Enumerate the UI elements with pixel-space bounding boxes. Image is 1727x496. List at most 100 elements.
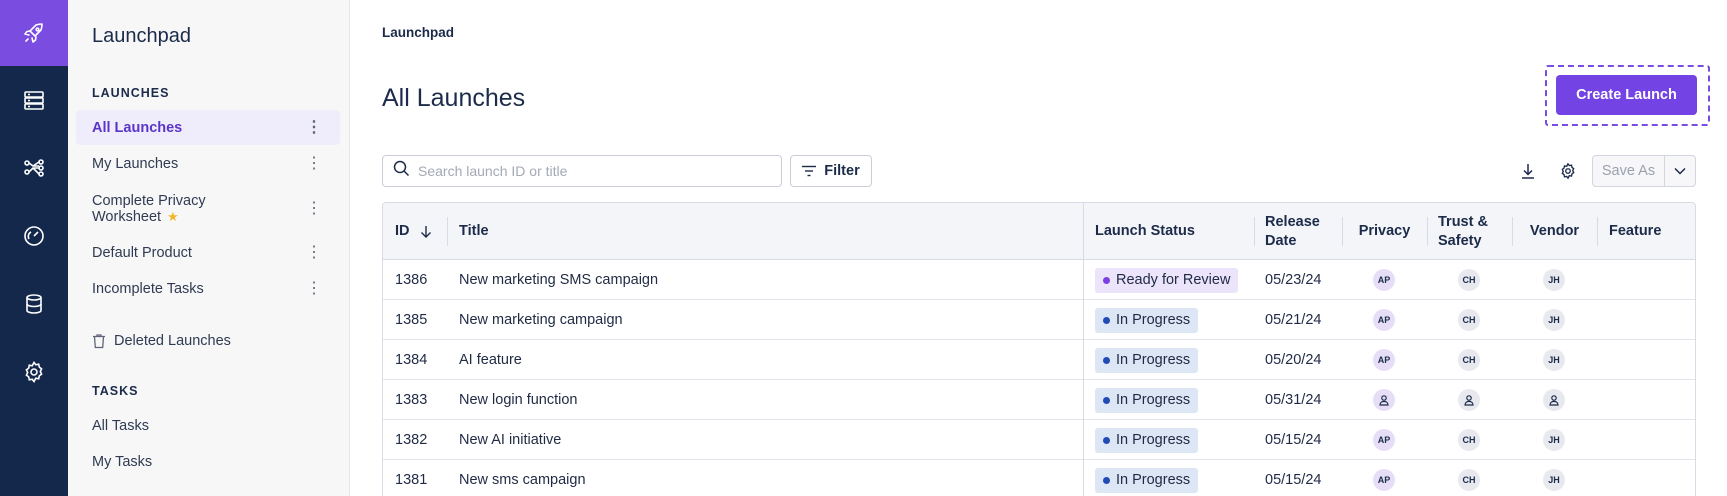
- kebab-menu-icon[interactable]: ⋮: [306, 155, 322, 172]
- trash-icon: [92, 333, 106, 349]
- release-date: 05/23/24: [1265, 272, 1322, 288]
- launch-title-link[interactable]: New marketing SMS campaign: [459, 260, 658, 300]
- launch-title-link[interactable]: AI feature: [459, 340, 522, 380]
- column-header-feature[interactable]: Feature: [1609, 203, 1661, 260]
- filter-button[interactable]: Filter: [790, 155, 872, 187]
- avatar[interactable]: AP: [1373, 429, 1395, 451]
- rocket-logo-icon[interactable]: [0, 0, 68, 66]
- launch-id: 1384: [395, 352, 428, 368]
- avatar[interactable]: CH: [1458, 309, 1480, 331]
- column-header-privacy[interactable]: Privacy: [1342, 203, 1427, 260]
- unassigned-person-icon[interactable]: [1458, 389, 1480, 411]
- avatar[interactable]: JH: [1543, 309, 1565, 331]
- sidebar-title: Launchpad: [92, 25, 191, 47]
- search-input[interactable]: [418, 163, 758, 179]
- avatar[interactable]: AP: [1373, 469, 1395, 491]
- sidebar-item-label: All Launches: [92, 119, 183, 136]
- avatar[interactable]: CH: [1458, 269, 1480, 291]
- table-row[interactable]: 1386 New marketing SMS campaign Ready for …: [383, 260, 1695, 300]
- kebab-menu-icon[interactable]: ⋮: [306, 244, 322, 261]
- status-badge: In Progress: [1095, 347, 1199, 373]
- sidebar-item-deleted-launches[interactable]: Deleted Launches: [76, 323, 340, 358]
- column-header-title[interactable]: Title: [459, 203, 489, 260]
- launch-id: 1382: [395, 432, 428, 448]
- sort-arrow-down-icon[interactable]: [420, 225, 432, 238]
- sidebar-item-all-launches[interactable]: All Launches ⋮: [76, 110, 340, 145]
- table-row[interactable]: 1383 New login function In Progress 05/31/2…: [383, 380, 1695, 420]
- avatar[interactable]: JH: [1543, 429, 1565, 451]
- launch-id: 1385: [395, 312, 428, 328]
- column-divider: [1083, 203, 1084, 496]
- chevron-down-icon[interactable]: [1665, 156, 1695, 186]
- status-dot-icon: [1103, 396, 1110, 404]
- launch-title-link[interactable]: New marketing campaign: [459, 300, 623, 340]
- star-favorite-icon: ★: [167, 209, 179, 224]
- status-dot-icon: [1103, 276, 1110, 284]
- icon-rail: [0, 0, 68, 496]
- inventory-nav-icon[interactable]: [0, 66, 68, 134]
- avatar[interactable]: JH: [1543, 269, 1565, 291]
- column-header-id[interactable]: ID: [395, 203, 432, 260]
- page-title: All Launches: [382, 84, 526, 112]
- release-date: 05/15/24: [1265, 432, 1322, 448]
- kebab-menu-icon[interactable]: ⋮: [306, 280, 322, 297]
- launch-id: 1381: [395, 472, 428, 488]
- table-row[interactable]: 1381 New sms campaign In Progress 05/15/24 A…: [383, 460, 1695, 496]
- search-box[interactable]: [382, 155, 782, 187]
- launches-table: ID Title Launch Status Release Date Priv…: [382, 202, 1696, 496]
- kebab-menu-icon[interactable]: ⋮: [306, 201, 322, 217]
- sidebar-item-all-tasks[interactable]: All Tasks: [76, 408, 340, 443]
- sidebar-item-label: Default Product: [92, 244, 192, 261]
- release-date: 05/21/24: [1265, 312, 1322, 328]
- status-badge: In Progress: [1095, 427, 1199, 453]
- status-badge: In Progress: [1095, 467, 1199, 493]
- avatar[interactable]: AP: [1373, 309, 1395, 331]
- save-as-split-button: Save As: [1592, 155, 1696, 187]
- column-header-launch-status[interactable]: Launch Status: [1095, 203, 1195, 260]
- launch-title-link[interactable]: New AI initiative: [459, 420, 561, 460]
- column-header-vendor[interactable]: Vendor: [1512, 203, 1597, 260]
- status-dot-icon: [1103, 316, 1110, 324]
- column-header-release-date[interactable]: Release Date: [1254, 203, 1354, 260]
- column-header-trust-safety[interactable]: Trust & Safety: [1427, 203, 1512, 260]
- dashboard-gauge-nav-icon[interactable]: [0, 202, 68, 270]
- table-row[interactable]: 1384 AI feature In Progress 05/20/24 AP CH JH: [383, 340, 1695, 380]
- save-as-button[interactable]: Save As: [1593, 156, 1665, 186]
- release-date: 05/20/24: [1265, 352, 1322, 368]
- unassigned-person-icon[interactable]: [1543, 389, 1565, 411]
- unassigned-person-icon[interactable]: [1373, 389, 1395, 411]
- breadcrumb[interactable]: Launchpad: [382, 25, 454, 40]
- sidebar-item-my-launches[interactable]: My Launches ⋮: [76, 146, 340, 181]
- table-row[interactable]: 1382 New AI initiative In Progress 05/15/24…: [383, 420, 1695, 460]
- avatar[interactable]: AP: [1373, 349, 1395, 371]
- download-icon[interactable]: [1516, 159, 1540, 183]
- launch-title-link[interactable]: New sms campaign: [459, 460, 586, 496]
- launch-id: 1386: [395, 272, 428, 288]
- avatar[interactable]: CH: [1458, 469, 1480, 491]
- status-dot-icon: [1103, 476, 1110, 484]
- data-map-nav-icon[interactable]: [0, 134, 68, 202]
- create-launch-button[interactable]: Create Launch: [1556, 75, 1697, 115]
- launch-id: 1383: [395, 392, 428, 408]
- filter-icon: [802, 165, 817, 177]
- avatar[interactable]: JH: [1543, 349, 1565, 371]
- settings-gear-nav-icon[interactable]: [0, 338, 68, 406]
- sidebar-item-my-tasks[interactable]: My Tasks: [76, 444, 340, 479]
- table-header: ID Title Launch Status Release Date Priv…: [383, 203, 1695, 260]
- header-divider: [1597, 217, 1598, 246]
- avatar[interactable]: CH: [1458, 429, 1480, 451]
- sidebar-item-complete-privacy-worksheet[interactable]: Complete Privacy Worksheet ★ ⋮: [76, 188, 340, 230]
- avatar[interactable]: AP: [1373, 269, 1395, 291]
- avatar[interactable]: JH: [1543, 469, 1565, 491]
- tasks-section-heading: TASKS: [92, 384, 139, 398]
- kebab-menu-icon[interactable]: ⋮: [306, 119, 322, 136]
- sidebar-item-default-product[interactable]: Default Product ⋮: [76, 235, 340, 270]
- avatar[interactable]: CH: [1458, 349, 1480, 371]
- sidebar-item-label: Incomplete Tasks: [92, 280, 204, 297]
- database-nav-icon[interactable]: [0, 270, 68, 338]
- table-row[interactable]: 1385 New marketing campaign In Progress 05/…: [383, 300, 1695, 340]
- sidebar-item-incomplete-tasks[interactable]: Incomplete Tasks ⋮: [76, 271, 340, 306]
- sidebar-item-label: My Launches: [92, 155, 179, 172]
- column-settings-gear-icon[interactable]: [1556, 159, 1580, 183]
- launch-title-link[interactable]: New login function: [459, 380, 578, 420]
